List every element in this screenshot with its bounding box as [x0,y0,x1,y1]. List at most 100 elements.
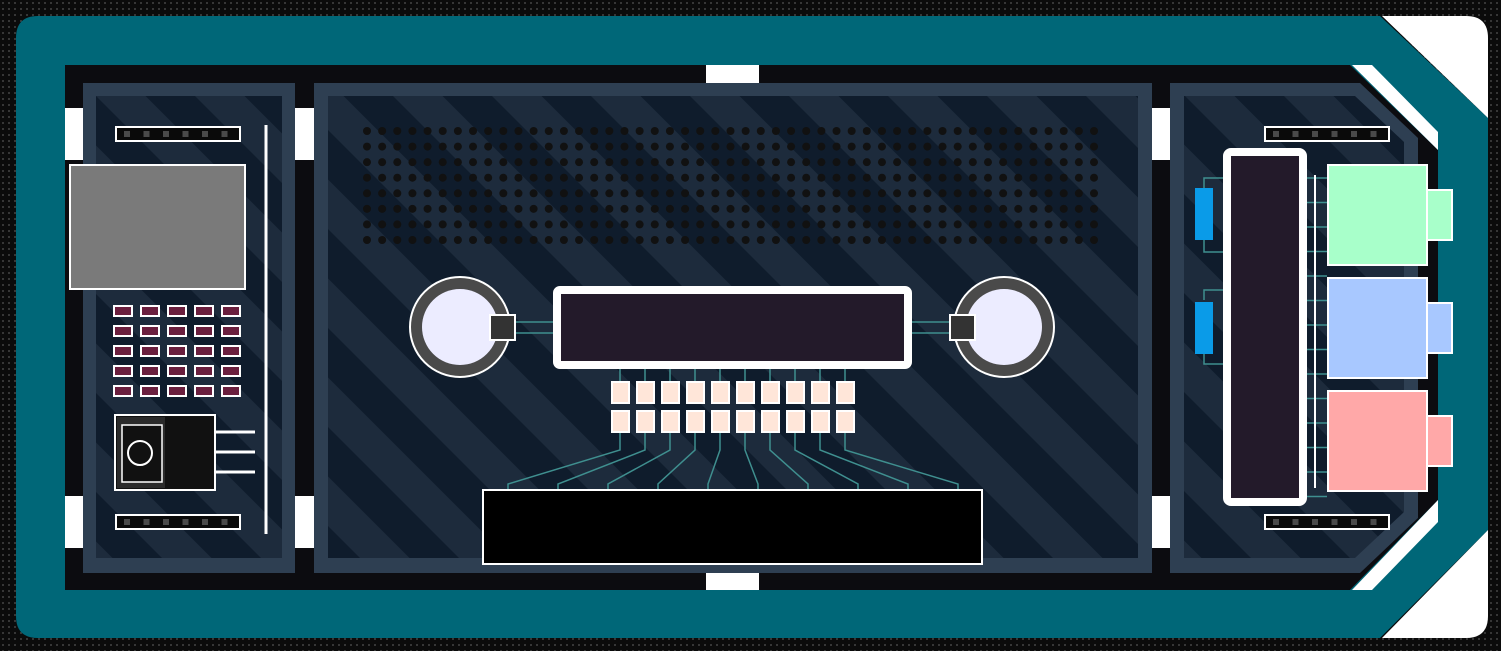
keypad-key[interactable] [194,345,214,357]
keypad-key[interactable] [221,385,241,397]
grille-hole [771,173,780,182]
grille-hole [1014,142,1023,151]
keypad-key[interactable] [113,365,133,377]
grille-hole [711,220,720,229]
grille-hole [635,236,644,244]
grille-hole [1014,173,1023,182]
header-pin [124,131,130,137]
grille-hole [756,173,765,182]
grille-hole [756,189,765,198]
grille-hole [681,220,690,229]
grille-hole [696,158,705,167]
grille-hole [378,220,387,229]
keypad-key[interactable] [140,365,160,377]
keypad-key[interactable] [221,305,241,317]
grille-hole [847,158,856,167]
grille-hole [514,220,523,229]
keypad-key[interactable] [140,305,160,317]
grille-hole [635,173,644,182]
led [686,410,705,433]
grille-hole [408,189,417,198]
header-pin [1312,519,1318,525]
grille-hole [393,236,402,244]
grille-hole [741,189,750,198]
grille-hole [832,127,841,135]
grille-hole [438,220,447,229]
grille-hole [605,236,614,244]
keypad-key[interactable] [167,325,187,337]
grille-hole [983,189,992,198]
keypad-key[interactable] [221,365,241,377]
blue-key-tab[interactable] [1426,302,1453,354]
grille-hole [514,204,523,213]
grille-hole [1074,158,1083,167]
grille-hole [711,142,720,151]
header-pin [202,131,208,137]
grille-hole [438,127,447,135]
grille-hole [1090,189,1098,198]
grille-hole [408,220,417,229]
grille-hole [983,220,992,229]
grille-hole [438,236,447,244]
keypad-key[interactable] [194,385,214,397]
green-key-tab[interactable] [1426,189,1453,241]
grille-hole [499,220,508,229]
grille-hole [484,189,493,198]
grille-hole [923,220,932,229]
grille-hole [908,189,917,198]
grille-hole [908,236,917,244]
grille-hole [802,189,811,198]
grille-hole [847,236,856,244]
grille-hole [711,158,720,167]
keypad-key[interactable] [167,365,187,377]
keypad-key[interactable] [140,325,160,337]
grille-hole [847,142,856,151]
keypad-key[interactable] [194,365,214,377]
grille-hole [544,173,553,182]
blue-key-body[interactable] [1327,277,1428,379]
keypad-key[interactable] [167,345,187,357]
keypad-key[interactable] [167,385,187,397]
grille-hole [771,189,780,198]
grille-hole [620,158,629,167]
keypad-key[interactable] [194,325,214,337]
green-key-body[interactable] [1327,164,1428,266]
grille-hole [847,189,856,198]
grille-hole [923,204,932,213]
grille-hole [469,204,478,213]
grille-hole [1014,236,1023,244]
grille-hole [620,236,629,244]
grille-hole [847,220,856,229]
keypad-key[interactable] [113,385,133,397]
grille-hole [665,127,674,135]
keypad-key[interactable] [113,305,133,317]
grille-hole [711,236,720,244]
grille-hole [741,158,750,167]
keypad-key[interactable] [221,325,241,337]
grille-hole [650,204,659,213]
grille-hole [635,204,644,213]
keypad-key[interactable] [167,305,187,317]
keypad-key[interactable] [140,385,160,397]
grille-hole [590,236,599,244]
grille-hole [999,173,1008,182]
grille-hole [999,236,1008,244]
header-pin [163,131,169,137]
red-key-tab[interactable] [1426,415,1453,467]
grille-hole [877,189,886,198]
grille-hole [968,220,977,229]
grille-hole [529,127,538,135]
keypad-key[interactable] [113,325,133,337]
led [811,381,830,404]
right-header-bottom [1264,514,1390,530]
grille-hole [650,189,659,198]
grille-hole [908,204,917,213]
keypad-key[interactable] [221,345,241,357]
grille-hole [453,158,462,167]
keypad-key[interactable] [140,345,160,357]
keypad-key[interactable] [194,305,214,317]
grille-hole [575,158,584,167]
red-key-body[interactable] [1327,390,1428,492]
keypad-key[interactable] [113,345,133,357]
center-module [314,83,1152,573]
